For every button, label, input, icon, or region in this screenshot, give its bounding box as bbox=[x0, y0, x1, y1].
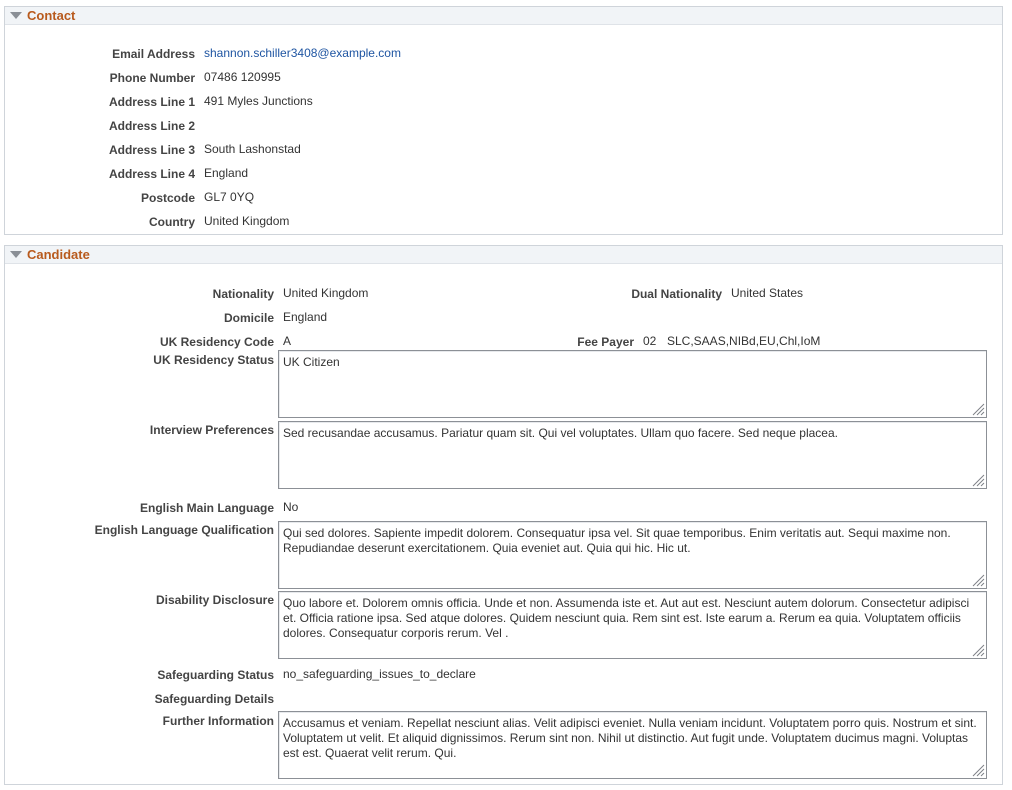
uk-residency-code-label: UK Residency Code bbox=[159, 335, 274, 349]
address-line-4-value: England bbox=[204, 166, 249, 180]
contact-section: Contact Email Address shannon.schiller34… bbox=[4, 6, 1003, 235]
candidate-section-header[interactable]: Candidate bbox=[5, 246, 1002, 264]
further-information-label: Further Information bbox=[162, 714, 274, 728]
further-information-text: Accusamus et veniam. Repellat nesciunt a… bbox=[283, 716, 977, 760]
resize-grip-icon[interactable] bbox=[971, 473, 985, 487]
resize-grip-icon[interactable] bbox=[971, 573, 985, 587]
nationality-value: United Kingdom bbox=[283, 286, 369, 300]
domicile-value: England bbox=[283, 310, 328, 324]
address-line-1-label: Address Line 1 bbox=[108, 95, 195, 109]
candidate-section: Candidate Nationality United Kingdom Dua… bbox=[4, 245, 1003, 785]
disability-disclosure-textarea[interactable]: Quo labore et. Dolorem omnis officia. Un… bbox=[278, 591, 987, 659]
disability-disclosure-label: Disability Disclosure bbox=[155, 593, 274, 607]
resize-grip-icon[interactable] bbox=[971, 763, 985, 777]
address-line-3-value: South Lashonstad bbox=[204, 142, 301, 156]
fee-payer-value: SLC,SAAS,NIBd,EU,Chl,IoM bbox=[667, 334, 821, 348]
uk-residency-status-text: UK Citizen bbox=[283, 355, 340, 369]
interview-preferences-label: Interview Preferences bbox=[149, 423, 274, 437]
interview-preferences-text: Sed recusandae accusamus. Pariatur quam … bbox=[283, 426, 838, 440]
contact-section-title: Contact bbox=[27, 8, 76, 23]
resize-grip-icon[interactable] bbox=[971, 402, 985, 416]
english-language-qualification-text: Qui sed dolores. Sapiente impedit dolore… bbox=[283, 526, 951, 555]
domicile-label: Domicile bbox=[223, 311, 274, 325]
contact-section-header[interactable]: Contact bbox=[5, 7, 1002, 25]
english-language-qualification-label: English Language Qualification bbox=[94, 523, 274, 537]
email-link[interactable]: shannon.schiller3408@example.com bbox=[204, 46, 401, 60]
country-label: Country bbox=[149, 215, 195, 229]
dual-nationality-value: United States bbox=[731, 286, 804, 300]
address-line-3-label: Address Line 3 bbox=[108, 143, 195, 157]
interview-preferences-textarea[interactable]: Sed recusandae accusamus. Pariatur quam … bbox=[278, 421, 987, 489]
fee-payer-code: 02 bbox=[643, 334, 657, 348]
english-main-language-value: No bbox=[283, 500, 299, 514]
collapse-triangle-icon[interactable] bbox=[10, 12, 22, 19]
safeguarding-status-label: Safeguarding Status bbox=[157, 668, 274, 682]
uk-residency-code-value: A bbox=[283, 334, 292, 348]
english-language-qualification-textarea[interactable]: Qui sed dolores. Sapiente impedit dolore… bbox=[278, 521, 987, 589]
disability-disclosure-text: Quo labore et. Dolorem omnis officia. Un… bbox=[283, 596, 970, 640]
postcode-value: GL7 0YQ bbox=[204, 190, 255, 204]
email-label: Email Address bbox=[112, 47, 195, 61]
resize-grip-icon[interactable] bbox=[971, 643, 985, 657]
address-line-2-label: Address Line 2 bbox=[108, 119, 195, 133]
further-information-textarea[interactable]: Accusamus et veniam. Repellat nesciunt a… bbox=[278, 711, 987, 779]
country-value: United Kingdom bbox=[204, 214, 290, 228]
safeguarding-status-value: no_safeguarding_issues_to_declare bbox=[283, 667, 476, 681]
dual-nationality-label: Dual Nationality bbox=[631, 287, 722, 301]
collapse-triangle-icon[interactable] bbox=[10, 251, 22, 258]
address-line-4-label: Address Line 4 bbox=[108, 167, 195, 181]
english-main-language-label: English Main Language bbox=[139, 501, 274, 515]
nationality-label: Nationality bbox=[212, 287, 274, 301]
safeguarding-details-label: Safeguarding Details bbox=[154, 692, 274, 706]
postcode-label: Postcode bbox=[140, 191, 195, 205]
fee-payer-label: Fee Payer bbox=[577, 335, 634, 349]
address-line-1-value: 491 Myles Junctions bbox=[204, 94, 313, 108]
candidate-section-title: Candidate bbox=[27, 247, 90, 262]
phone-value: 07486 120995 bbox=[204, 70, 281, 84]
phone-label: Phone Number bbox=[109, 71, 195, 85]
uk-residency-status-label: UK Residency Status bbox=[153, 353, 274, 367]
uk-residency-status-textarea[interactable]: UK Citizen bbox=[278, 350, 987, 418]
